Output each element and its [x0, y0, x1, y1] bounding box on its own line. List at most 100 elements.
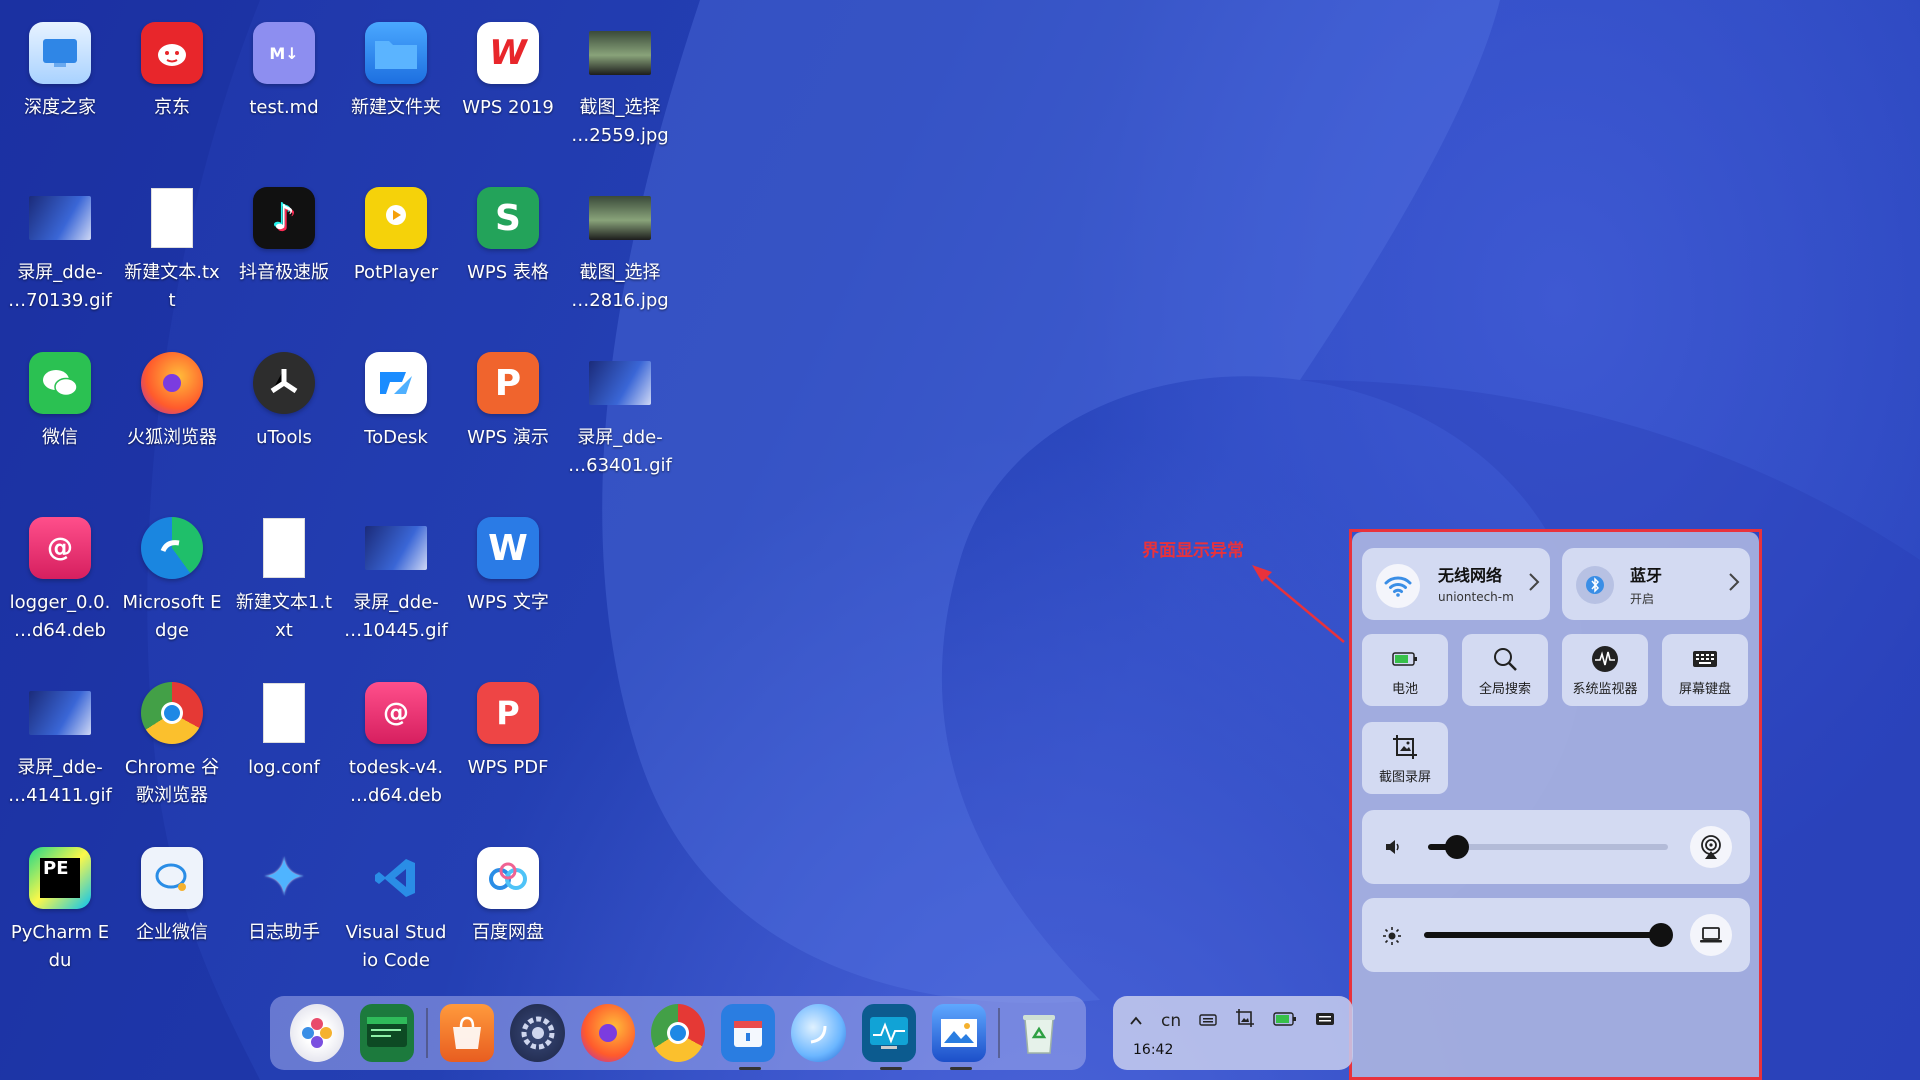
input-method-indicator[interactable]: cn	[1161, 1011, 1181, 1031]
desktop-icon[interactable]: 录屏_dde- …63401.gif	[564, 352, 676, 480]
text-file-icon[interactable]	[253, 517, 315, 579]
wps-pdf-icon[interactable]: P	[477, 682, 539, 744]
battery-icon[interactable]	[1273, 1010, 1297, 1031]
utools-icon[interactable]	[253, 352, 315, 414]
gif-thumbnail-icon[interactable]	[29, 682, 91, 744]
gif-thumbnail-icon[interactable]	[365, 517, 427, 579]
desktop-icon[interactable]: 京东	[116, 22, 228, 122]
desktop-icon[interactable]: W WPS 2019	[452, 22, 564, 122]
desktop-icon[interactable]: P WPS PDF	[452, 682, 564, 782]
gif-thumbnail-icon[interactable]	[29, 187, 91, 249]
keyboard-icon[interactable]	[1199, 1010, 1217, 1031]
desktop-icon[interactable]: @ logger_0.0. …d64.deb	[4, 517, 116, 645]
wps-icon[interactable]: W	[477, 22, 539, 84]
desktop-icon-label: 百度网盘	[472, 922, 544, 943]
desktop-icon[interactable]: 截图_选择 …2816.jpg	[564, 187, 676, 315]
desktop-icon[interactable]: ToDesk	[340, 352, 452, 452]
desktop-icon[interactable]: Microsoft E dge	[116, 517, 228, 645]
baidu-netdisk-icon[interactable]	[477, 847, 539, 909]
browser-icon[interactable]	[791, 1004, 846, 1062]
image-thumbnail-icon[interactable]	[589, 22, 651, 84]
wps-sheet-icon[interactable]: S	[477, 187, 539, 249]
desktop-icon[interactable]: 录屏_dde- …10445.gif	[340, 517, 452, 645]
chrome-icon[interactable]	[650, 1004, 706, 1062]
chrome-icon[interactable]	[141, 682, 203, 744]
desktop-icon[interactable]: ✦ 日志助手	[228, 847, 340, 947]
chevron-up-icon[interactable]	[1129, 1010, 1143, 1031]
running-indicator	[949, 1067, 972, 1070]
desktop-icon[interactable]: 新建文件夹	[340, 22, 452, 122]
dock	[270, 996, 1086, 1070]
firefox-icon[interactable]	[141, 352, 203, 414]
desktop-icon[interactable]: 录屏_dde- …41411.gif	[4, 682, 116, 810]
pycharm-icon[interactable]: PE	[29, 847, 91, 909]
desktop-icon[interactable]: @ todesk-v4. …d64.deb	[340, 682, 452, 810]
wecom-icon[interactable]	[141, 847, 203, 909]
desktop-icon-label: Microsoft E dge	[122, 592, 222, 641]
desktop-icon[interactable]: Chrome 谷 歌浏览器	[116, 682, 228, 810]
desktop-icon[interactable]: 百度网盘	[452, 847, 564, 947]
desktop-icon[interactable]: PotPlayer	[340, 187, 452, 287]
annotation-text: 界面显示异常	[1142, 541, 1244, 561]
desktop-icon-label: todesk-v4. …d64.deb	[348, 757, 444, 806]
desktop-icon[interactable]: S WPS 表格	[452, 187, 564, 287]
gif-thumbnail-icon[interactable]	[589, 352, 651, 414]
todesk-icon[interactable]	[365, 352, 427, 414]
potplayer-icon[interactable]	[365, 187, 427, 249]
file-manager-icon[interactable]	[721, 1004, 776, 1070]
douyin-icon[interactable]: ♪	[253, 187, 315, 249]
desktop-icon[interactable]: P WPS 演示	[452, 352, 564, 452]
deb-package-icon[interactable]: @	[29, 517, 91, 579]
folder-icon[interactable]	[365, 22, 427, 84]
desktop-icon-label: 截图_选择 …2559.jpg	[571, 97, 669, 146]
desktop-icon[interactable]: 截图_选择 …2559.jpg	[564, 22, 676, 150]
desktop-icon[interactable]: M↓ test.md	[228, 22, 340, 122]
desktop-icon-label: WPS 演示	[467, 427, 549, 448]
trash-icon[interactable]	[1012, 1004, 1066, 1062]
app-store-icon[interactable]	[440, 1004, 495, 1062]
desktop-icon-label: 录屏_dde- …63401.gif	[568, 427, 672, 476]
clock[interactable]: 16:42	[1133, 1042, 1173, 1058]
terminal-icon[interactable]	[360, 1004, 415, 1062]
edge-icon[interactable]	[141, 517, 203, 579]
desktop-icon[interactable]: 录屏_dde- …70139.gif	[4, 187, 116, 315]
desktop-icon-label: 新建文本1.t xt	[235, 592, 333, 641]
desktop-icon[interactable]: 微信	[4, 352, 116, 452]
log-assistant-icon[interactable]: ✦	[253, 847, 315, 909]
desktop-icon-label: 企业微信	[136, 922, 208, 943]
running-indicator	[739, 1067, 762, 1070]
desktop-icon[interactable]: W WPS 文字	[452, 517, 564, 617]
desktop-icon[interactable]: 新建文本.tx t	[116, 187, 228, 315]
dock-separator	[426, 1008, 429, 1058]
desktop-icon-label: 截图_选择 …2816.jpg	[571, 262, 669, 311]
desktop-icon[interactable]: 新建文本1.t xt	[228, 517, 340, 645]
launcher-icon[interactable]	[290, 1004, 345, 1062]
desktop-icon-label: 录屏_dde- …70139.gif	[8, 262, 112, 311]
settings-icon[interactable]	[510, 1004, 565, 1062]
desktop-icon[interactable]: 深度之家	[4, 22, 116, 122]
wps-presentation-icon[interactable]: P	[477, 352, 539, 414]
desktop-icon[interactable]: ♪ 抖音极速版	[228, 187, 340, 287]
desktop-icon[interactable]: log.conf	[228, 682, 340, 782]
deb-package-icon[interactable]: @	[365, 682, 427, 744]
system-tray: cn 16:42	[1113, 996, 1353, 1070]
desktop-icon[interactable]: PE PyCharm E du	[4, 847, 116, 975]
system-monitor-icon[interactable]	[861, 1004, 916, 1070]
desktop-icon[interactable]: 企业微信	[116, 847, 228, 947]
text-file-icon[interactable]	[253, 682, 315, 744]
wechat-icon[interactable]	[29, 352, 91, 414]
desktop-icon[interactable]: Visual Stud io Code	[340, 847, 452, 975]
deepin-home-icon[interactable]	[29, 22, 91, 84]
desktop-icon[interactable]: uTools	[228, 352, 340, 452]
jd-icon[interactable]	[141, 22, 203, 84]
text-file-icon[interactable]	[141, 187, 203, 249]
onscreen-keyboard-icon[interactable]	[1315, 1010, 1335, 1031]
vscode-icon[interactable]	[365, 847, 427, 909]
image-viewer-icon[interactable]	[931, 1004, 986, 1070]
firefox-icon[interactable]	[580, 1004, 635, 1062]
desktop-icon[interactable]: 火狐浏览器	[116, 352, 228, 452]
image-thumbnail-icon[interactable]	[589, 187, 651, 249]
markdown-file-icon[interactable]: M↓	[253, 22, 315, 84]
wps-writer-icon[interactable]: W	[477, 517, 539, 579]
screenshot-icon[interactable]	[1235, 1008, 1255, 1033]
